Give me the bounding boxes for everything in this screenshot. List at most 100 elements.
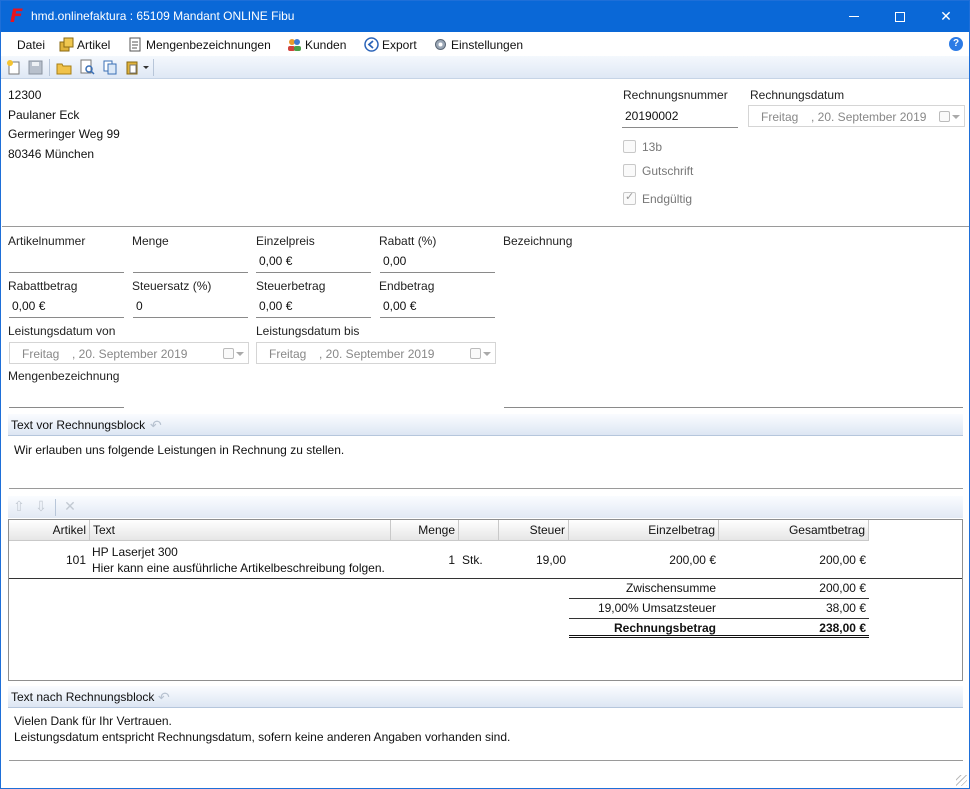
calendar-icon [939,111,950,122]
tax-rate-field[interactable]: 0 [133,294,248,318]
article-number-field[interactable] [9,249,124,273]
maximize-button[interactable] [877,1,923,32]
text-before-underline [9,488,963,489]
open-folder-icon[interactable] [56,59,73,76]
invoice-grid: Artikel Text Menge Steuer Einzelbetrag G… [8,519,963,681]
save-icon[interactable] [27,59,44,76]
row-separator [9,578,962,579]
move-up-icon[interactable]: ⇧ [11,498,27,515]
menu-bar: Datei Artikel Mengenbezeichnungen Kunden… [1,32,969,56]
column-header-text[interactable]: Text [90,520,391,541]
tax-rate-label: Steuersatz (%) [132,279,212,293]
service-date-from-picker[interactable]: Freitag , 20. September 2019 [9,342,249,364]
document-icon [129,37,141,52]
checkbox-13b-label: 13b [642,140,663,154]
checkbox-endgueltig[interactable] [623,190,636,205]
close-button[interactable]: ✕ [923,1,969,32]
text-after-line1[interactable]: Vielen Dank für Ihr Vertrauen. [14,714,172,728]
checkbox-13b[interactable] [623,140,636,153]
menu-export[interactable]: Export [364,36,417,53]
users-icon [288,39,301,51]
menu-mengenbezeichnungen-label: Mengenbezeichnungen [146,37,271,52]
column-header-unit[interactable] [459,520,499,541]
undo-icon[interactable]: ↶ [158,689,174,705]
discount-percent-field[interactable]: 0,00 [380,249,495,273]
menu-einstellungen[interactable]: Einstellungen [433,36,523,53]
service-date-from-dow: Freitag [22,347,60,361]
text-after-label: Text nach Rechnungsblock [11,690,155,704]
delete-icon[interactable]: ✕ [62,498,78,515]
app-window: F hmd.onlinefaktura : 65109 Mandant ONLI… [0,0,970,789]
menu-kunden-label: Kunden [305,37,347,52]
invoice-date-picker[interactable]: Freitag , 20. September 2019 [748,105,965,127]
row-text-line2: Hier kann eine ausführliche Artikelbesch… [92,561,385,575]
chevron-down-icon [952,115,960,119]
menu-artikel-label: Artikel [77,37,111,52]
grand-total-value: 238,00 € [819,621,866,635]
service-date-from-label: Leistungsdatum von [8,324,116,338]
row-text-line1: HP Laserjet 300 [92,545,178,559]
menu-datei[interactable]: Datei [17,36,45,53]
service-date-to-picker[interactable]: Freitag , 20. September 2019 [256,342,496,364]
chevron-down-icon [236,352,244,356]
invoice-number-field[interactable]: 20190002 [622,104,738,128]
row-total-amount: 200,00 € [819,553,866,567]
checkbox-gutschrift[interactable] [623,164,636,177]
unit-price-label: Einzelpreis [256,234,315,248]
paste-dropdown-icon[interactable] [143,66,149,69]
paste-icon[interactable] [125,59,142,76]
text-before-content[interactable]: Wir erlauben uns folgende Leistungen in … [14,443,344,457]
column-header-steuer[interactable]: Steuer [499,520,569,541]
undo-icon[interactable]: ↶ [150,417,166,433]
toolbar [1,56,969,79]
table-row[interactable]: 101 HP Laserjet 300 Hier kann eine ausfü… [9,542,962,579]
copy-icon[interactable] [102,59,119,76]
subtotal-separator [569,598,869,599]
service-date-to-label: Leistungsdatum bis [256,324,360,338]
toolbar-separator [49,59,50,76]
text-after-header: Text nach Rechnungsblock ↶ [8,686,963,708]
quantity-field[interactable] [133,249,248,273]
text-before-header: Text vor Rechnungsblock ↶ [8,414,963,436]
resize-grip-icon[interactable] [956,775,967,786]
invoice-date-dow: Freitag [761,110,799,124]
gear-icon [435,39,446,50]
column-header-menge[interactable]: Menge [391,520,459,541]
section-divider [2,226,969,227]
final-amount-field[interactable]: 0,00 € [380,294,495,318]
new-document-icon[interactable] [5,59,22,76]
column-header-artikel[interactable]: Artikel [9,520,90,541]
column-header-gesamtbetrag[interactable]: Gesamtbetrag [719,520,869,541]
move-down-icon[interactable]: ⇩ [33,498,49,515]
grand-total-label: Rechnungsbetrag [613,621,716,635]
print-preview-icon[interactable] [79,59,96,76]
grand-total-underline-1 [569,635,869,636]
menu-mengenbezeichnungen[interactable]: Mengenbezeichnungen [128,36,271,53]
description-field[interactable] [504,249,963,408]
customer-city: 80346 München [8,147,95,161]
menu-kunden[interactable]: Kunden [287,36,346,53]
chevron-down-icon [483,352,491,356]
calendar-icon [470,348,481,359]
help-icon[interactable]: ? [949,37,963,51]
menu-artikel[interactable]: Artikel [59,36,110,53]
column-header-einzelbetrag[interactable]: Einzelbetrag [569,520,719,541]
unit-price-field[interactable]: 0,00 € [256,249,371,273]
row-qty: 1 [448,553,455,567]
menu-export-label: Export [382,37,417,52]
discount-amount-field[interactable]: 0,00 € [9,294,124,318]
title-bar: F hmd.onlinefaktura : 65109 Mandant ONLI… [1,1,969,32]
unit-field[interactable] [9,384,124,408]
minimize-button[interactable] [831,1,877,32]
service-date-from-value: , 20. September 2019 [72,347,188,361]
text-after-line2[interactable]: Leistungsdatum entspricht Rechnungsdatum… [14,730,510,744]
row-unit: Stk. [462,553,483,567]
service-date-to-value: , 20. September 2019 [319,347,435,361]
tax-amount-field[interactable]: 0,00 € [256,294,371,318]
customer-number: 12300 [8,88,42,102]
final-amount-label: Endbetrag [379,279,435,293]
text-after-underline [9,760,963,761]
menu-einstellungen-label: Einstellungen [451,37,524,52]
grand-total-underline-2 [569,637,869,638]
article-number-label: Artikelnummer [8,234,86,248]
